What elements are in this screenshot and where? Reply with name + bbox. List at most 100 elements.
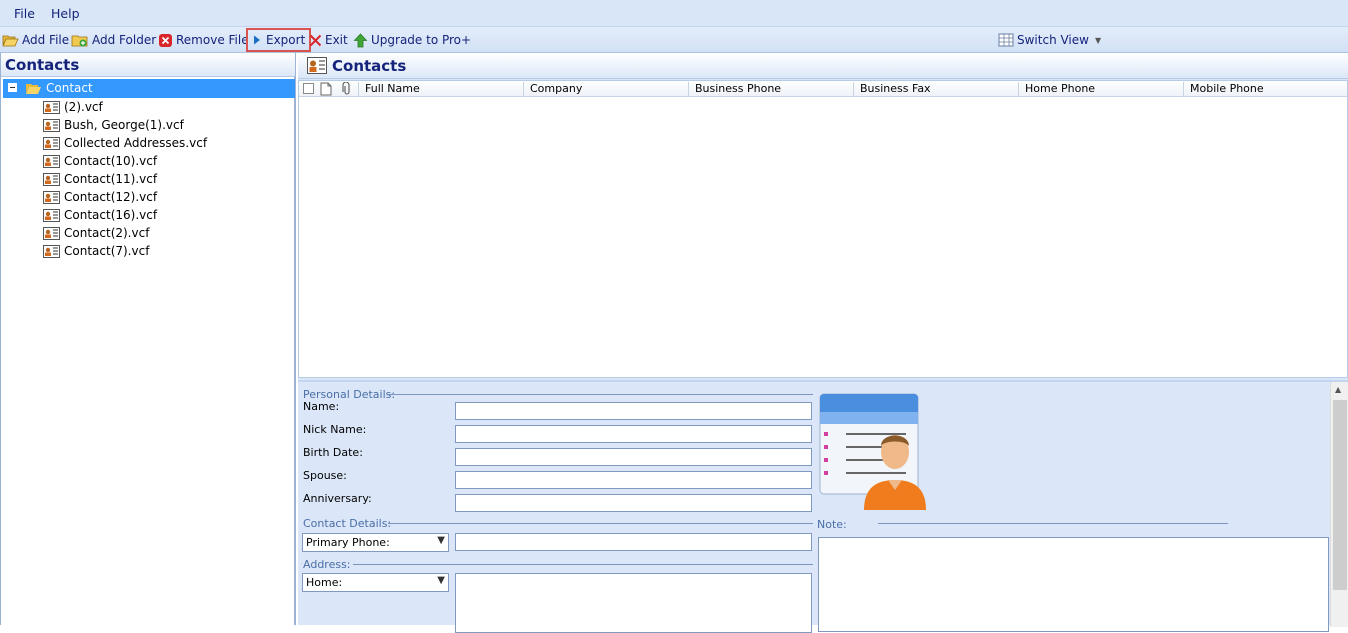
chevron-down-icon: ▼ xyxy=(437,535,445,546)
add-folder-label: Add Folder xyxy=(92,33,157,47)
add-folder-button[interactable]: Add Folder xyxy=(71,30,156,50)
switch-view-button[interactable]: Switch View ▼ xyxy=(998,30,1101,50)
birth-date-label: Birth Date: xyxy=(303,446,363,459)
address-type-value: Home: xyxy=(306,576,343,589)
right-pane-header: Contacts xyxy=(298,53,1348,79)
tree-root-contact[interactable]: Contact xyxy=(3,79,295,98)
contact-card-icon xyxy=(43,226,60,240)
address-type-select[interactable]: Home: ▼ xyxy=(302,573,449,592)
menu-file[interactable]: File xyxy=(14,6,35,21)
document-icon[interactable] xyxy=(320,82,332,96)
remove-icon xyxy=(159,33,172,47)
tree-item[interactable]: Contact(16).vcf xyxy=(43,206,157,224)
contact-avatar-icon xyxy=(819,393,926,510)
contact-card-icon xyxy=(43,172,60,186)
tree-item[interactable]: (2).vcf xyxy=(43,98,103,116)
add-file-button[interactable]: Add File xyxy=(2,30,69,50)
tree-item-label: Contact(11).vcf xyxy=(64,172,158,186)
tree-item-label: Collected Addresses.vcf xyxy=(64,136,208,150)
tree-item[interactable]: Contact(10).vcf xyxy=(43,152,157,170)
contact-card-icon xyxy=(43,208,60,222)
select-all-checkbox[interactable] xyxy=(303,83,314,94)
contact-card-icon xyxy=(43,100,60,114)
close-icon xyxy=(309,34,322,46)
export-label: Export xyxy=(266,33,306,47)
tree-item[interactable]: Bush, George(1).vcf xyxy=(43,116,184,134)
address-field[interactable] xyxy=(455,573,812,633)
tree-item[interactable]: Contact(2).vcf xyxy=(43,224,149,242)
play-arrow-icon xyxy=(254,35,260,45)
anniversary-field[interactable] xyxy=(455,494,812,512)
tree-item-label: Contact(7).vcf xyxy=(64,244,150,258)
col-home-phone[interactable]: Home Phone xyxy=(1018,82,1183,97)
address-label: Address: xyxy=(303,558,351,571)
birth-date-field[interactable] xyxy=(455,448,812,466)
add-folder-icon xyxy=(71,35,88,46)
name-field[interactable] xyxy=(455,402,812,420)
grid-view-icon xyxy=(998,33,1014,47)
tree-item-label: Contact(2).vcf xyxy=(64,226,150,240)
export-button[interactable]: Export xyxy=(246,28,312,52)
section-divider xyxy=(388,523,813,524)
tree-item-label: Contact(10).vcf xyxy=(64,154,158,168)
tree-item[interactable]: Collected Addresses.vcf xyxy=(43,134,207,152)
spouse-field[interactable] xyxy=(455,471,812,489)
contact-card-icon xyxy=(43,244,60,258)
nick-name-field[interactable] xyxy=(455,425,812,443)
folder-tree-pane: Contacts Contact (2).vcf Bush, George(1)… xyxy=(0,53,296,625)
section-divider xyxy=(353,564,813,565)
tree-item-label: Contact(12).vcf xyxy=(64,190,158,204)
upgrade-button[interactable]: Upgrade to Pro+ xyxy=(353,30,471,50)
note-label: Note: xyxy=(817,518,847,531)
phone-type-value: Primary Phone: xyxy=(306,536,390,549)
toolbar: Add File Add Folder Remove File Export E… xyxy=(0,27,1348,53)
contact-card-icon xyxy=(307,57,327,74)
tree-root-label: Contact xyxy=(46,81,93,95)
anniversary-label: Anniversary: xyxy=(303,492,372,505)
left-pane-title: Contacts xyxy=(5,56,80,74)
contact-card-icon xyxy=(43,136,60,150)
tree-item-label: Contact(16).vcf xyxy=(64,208,158,222)
col-business-phone[interactable]: Business Phone xyxy=(688,82,853,97)
col-full-name[interactable]: Full Name xyxy=(358,82,522,97)
col-company[interactable]: Company xyxy=(523,82,688,97)
remove-file-label: Remove File xyxy=(176,33,249,47)
note-field[interactable] xyxy=(818,537,1329,632)
name-label: Name: xyxy=(303,400,340,413)
details-scrollbar[interactable]: ▲ xyxy=(1330,382,1348,627)
collapse-icon[interactable] xyxy=(8,83,17,92)
contact-card-icon xyxy=(43,118,60,132)
tree-item[interactable]: Contact(7).vcf xyxy=(43,242,149,260)
contacts-pane: Contacts Full Name Company Business Phon… xyxy=(298,53,1348,633)
scroll-up-icon[interactable]: ▲ xyxy=(1335,385,1341,394)
phone-type-select[interactable]: Primary Phone: ▼ xyxy=(302,533,449,552)
upgrade-label: Upgrade to Pro+ xyxy=(371,33,472,47)
spouse-label: Spouse: xyxy=(303,469,347,482)
tree-item[interactable]: Contact(12).vcf xyxy=(43,188,157,206)
right-pane-title: Contacts xyxy=(332,57,407,75)
left-pane-header: Contacts xyxy=(1,53,295,77)
contact-card-icon xyxy=(43,190,60,204)
contacts-grid[interactable]: Full Name Company Business Phone Busines… xyxy=(298,80,1348,378)
menu-bar: File Help xyxy=(0,0,1348,27)
contact-details-label: Contact Details: xyxy=(303,517,392,530)
contact-details-panel: Personal Details: Name: Nick Name: Birth… xyxy=(298,380,1348,633)
switch-view-label: Switch View xyxy=(1017,33,1089,47)
phone-field[interactable] xyxy=(455,533,812,551)
tree-item[interactable]: Contact(11).vcf xyxy=(43,170,157,188)
col-business-fax[interactable]: Business Fax xyxy=(853,82,1018,97)
remove-file-button[interactable]: Remove File xyxy=(158,30,249,50)
add-file-label: Add File xyxy=(22,33,70,47)
exit-button[interactable]: Exit xyxy=(309,30,348,50)
open-folder-icon xyxy=(2,35,19,47)
nick-name-label: Nick Name: xyxy=(303,423,367,436)
contact-card-icon xyxy=(43,154,60,168)
scrollbar-thumb[interactable] xyxy=(1333,400,1347,590)
menu-help[interactable]: Help xyxy=(51,6,80,21)
chevron-down-icon: ▼ xyxy=(437,575,445,586)
tree-item-label: (2).vcf xyxy=(64,100,103,114)
attachment-icon[interactable] xyxy=(342,82,352,96)
section-divider xyxy=(878,523,1228,524)
tree-item-label: Bush, George(1).vcf xyxy=(64,118,184,132)
col-mobile-phone[interactable]: Mobile Phone xyxy=(1183,82,1347,97)
